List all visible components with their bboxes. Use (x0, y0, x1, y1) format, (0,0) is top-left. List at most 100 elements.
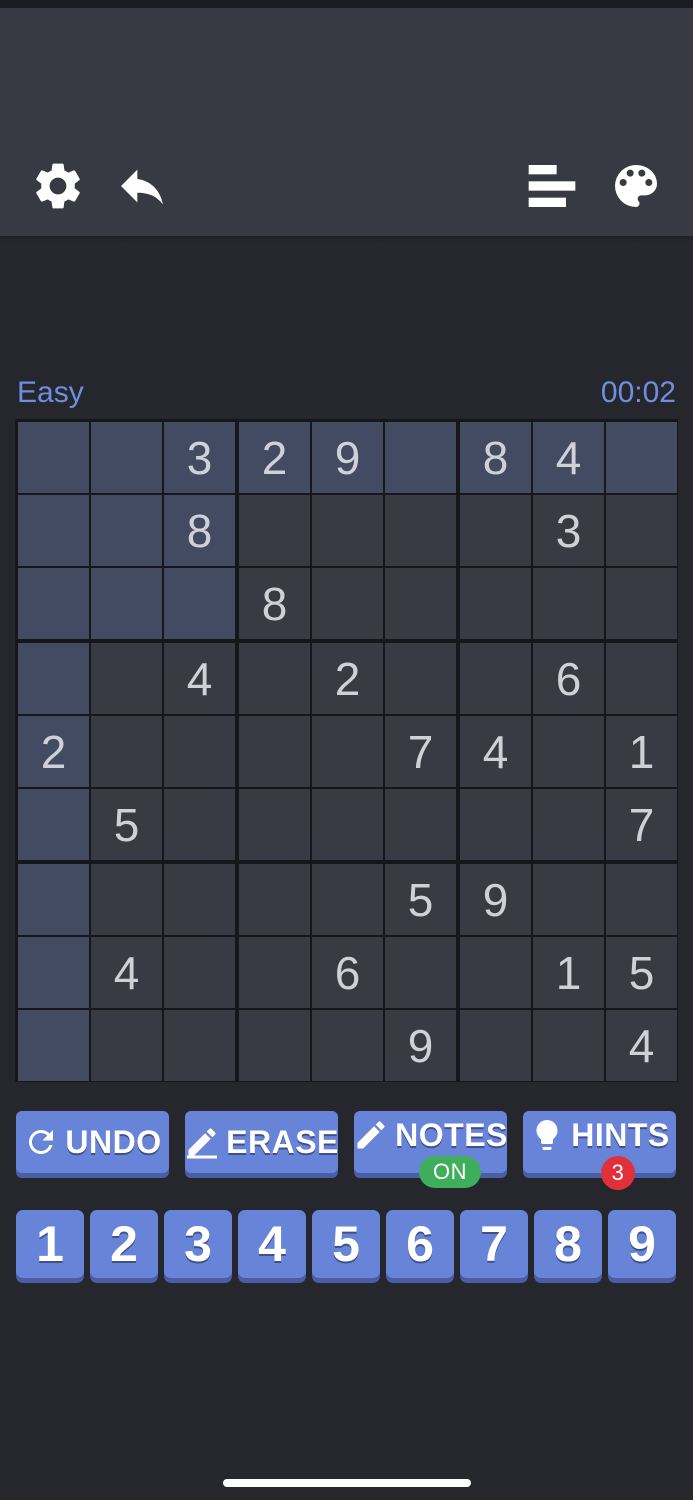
top-bar-shadow (0, 236, 693, 242)
sudoku-cell[interactable]: 3 (533, 495, 604, 566)
sudoku-cell[interactable] (606, 643, 677, 714)
sudoku-cell[interactable] (460, 937, 531, 1008)
sudoku-cell[interactable]: 1 (533, 937, 604, 1008)
number-key-7[interactable]: 7 (460, 1210, 528, 1278)
sudoku-cell[interactable] (164, 568, 235, 639)
palette-icon[interactable] (608, 158, 664, 214)
notes-button[interactable]: NOTES ON (354, 1111, 507, 1188)
sudoku-cell[interactable] (239, 864, 310, 935)
sudoku-cell[interactable] (312, 568, 383, 639)
sudoku-cell[interactable] (606, 864, 677, 935)
sudoku-cell[interactable] (18, 937, 89, 1008)
sudoku-cell[interactable] (385, 495, 456, 566)
sudoku-cell[interactable]: 6 (312, 937, 383, 1008)
sudoku-cell[interactable] (533, 1010, 604, 1081)
sudoku-cell[interactable] (606, 422, 677, 493)
sudoku-cell[interactable]: 5 (606, 937, 677, 1008)
sudoku-cell[interactable] (533, 789, 604, 860)
sudoku-cell[interactable] (460, 495, 531, 566)
sudoku-cell[interactable]: 4 (91, 937, 162, 1008)
number-key-4[interactable]: 4 (238, 1210, 306, 1278)
sudoku-cell[interactable] (239, 643, 310, 714)
sudoku-cell[interactable] (239, 937, 310, 1008)
sudoku-cell[interactable]: 7 (385, 716, 456, 787)
sudoku-cell[interactable] (385, 643, 456, 714)
sudoku-cell[interactable] (460, 643, 531, 714)
sudoku-cell[interactable]: 7 (606, 789, 677, 860)
sudoku-cell[interactable] (460, 789, 531, 860)
sudoku-cell[interactable] (91, 422, 162, 493)
sudoku-cell[interactable] (91, 643, 162, 714)
number-key-2[interactable]: 2 (90, 1210, 158, 1278)
sudoku-cell[interactable] (533, 864, 604, 935)
gear-icon[interactable] (30, 158, 86, 214)
sudoku-cell[interactable] (91, 716, 162, 787)
sudoku-cell[interactable] (18, 643, 89, 714)
sudoku-cell[interactable] (533, 568, 604, 639)
sudoku-cell[interactable]: 6 (533, 643, 604, 714)
sudoku-cell[interactable]: 9 (312, 422, 383, 493)
sudoku-cell[interactable] (533, 716, 604, 787)
stats-bars-icon[interactable] (524, 158, 580, 214)
sudoku-cell[interactable] (312, 864, 383, 935)
sudoku-cell[interactable]: 4 (533, 422, 604, 493)
number-key-3[interactable]: 3 (164, 1210, 232, 1278)
sudoku-cell[interactable]: 8 (460, 422, 531, 493)
sudoku-cell[interactable] (91, 864, 162, 935)
sudoku-cell[interactable] (460, 568, 531, 639)
sudoku-cell[interactable] (91, 1010, 162, 1081)
sudoku-cell[interactable]: 9 (460, 864, 531, 935)
sudoku-cell[interactable] (606, 495, 677, 566)
number-key-9[interactable]: 9 (608, 1210, 676, 1278)
sudoku-cell[interactable]: 5 (91, 789, 162, 860)
sudoku-cell[interactable]: 5 (385, 864, 456, 935)
sudoku-cell[interactable]: 2 (312, 643, 383, 714)
erase-button[interactable]: ERASE (185, 1111, 338, 1173)
sudoku-cell[interactable] (312, 716, 383, 787)
pencil-icon (357, 1121, 385, 1149)
sudoku-cell[interactable]: 4 (606, 1010, 677, 1081)
sudoku-cell[interactable] (312, 495, 383, 566)
sudoku-cell[interactable]: 4 (164, 643, 235, 714)
sudoku-cell[interactable] (18, 1010, 89, 1081)
sudoku-cell[interactable] (18, 495, 89, 566)
sudoku-cell[interactable] (312, 789, 383, 860)
undo-button[interactable]: UNDO (16, 1111, 169, 1173)
sudoku-cell[interactable] (18, 422, 89, 493)
sudoku-cell[interactable]: 4 (460, 716, 531, 787)
sudoku-cell[interactable] (91, 568, 162, 639)
sudoku-cell[interactable]: 8 (164, 495, 235, 566)
reply-arrow-icon[interactable] (114, 158, 170, 214)
sudoku-cell[interactable]: 3 (164, 422, 235, 493)
sudoku-cell[interactable] (164, 1010, 235, 1081)
sudoku-cell[interactable] (385, 937, 456, 1008)
sudoku-cell[interactable] (164, 937, 235, 1008)
sudoku-cell[interactable] (18, 789, 89, 860)
sudoku-cell[interactable]: 2 (18, 716, 89, 787)
sudoku-cell[interactable] (18, 864, 89, 935)
sudoku-cell[interactable] (164, 789, 235, 860)
sudoku-cell[interactable] (385, 422, 456, 493)
sudoku-cell[interactable]: 8 (239, 568, 310, 639)
sudoku-cell[interactable]: 2 (239, 422, 310, 493)
sudoku-cell[interactable] (606, 568, 677, 639)
sudoku-cell[interactable] (312, 1010, 383, 1081)
sudoku-cell[interactable] (385, 789, 456, 860)
sudoku-cell[interactable] (18, 568, 89, 639)
sudoku-cell[interactable]: 9 (385, 1010, 456, 1081)
sudoku-cell[interactable] (239, 789, 310, 860)
number-key-8[interactable]: 8 (534, 1210, 602, 1278)
sudoku-cell[interactable]: 1 (606, 716, 677, 787)
number-key-1[interactable]: 1 (16, 1210, 84, 1278)
sudoku-cell[interactable] (91, 495, 162, 566)
sudoku-cell[interactable] (239, 1010, 310, 1081)
number-key-6[interactable]: 6 (386, 1210, 454, 1278)
sudoku-cell[interactable] (385, 568, 456, 639)
sudoku-cell[interactable] (164, 864, 235, 935)
sudoku-cell[interactable] (164, 716, 235, 787)
sudoku-cell[interactable] (460, 1010, 531, 1081)
number-key-5[interactable]: 5 (312, 1210, 380, 1278)
sudoku-cell[interactable] (239, 716, 310, 787)
sudoku-cell[interactable] (239, 495, 310, 566)
hints-button[interactable]: HINTS 3 (523, 1111, 676, 1190)
